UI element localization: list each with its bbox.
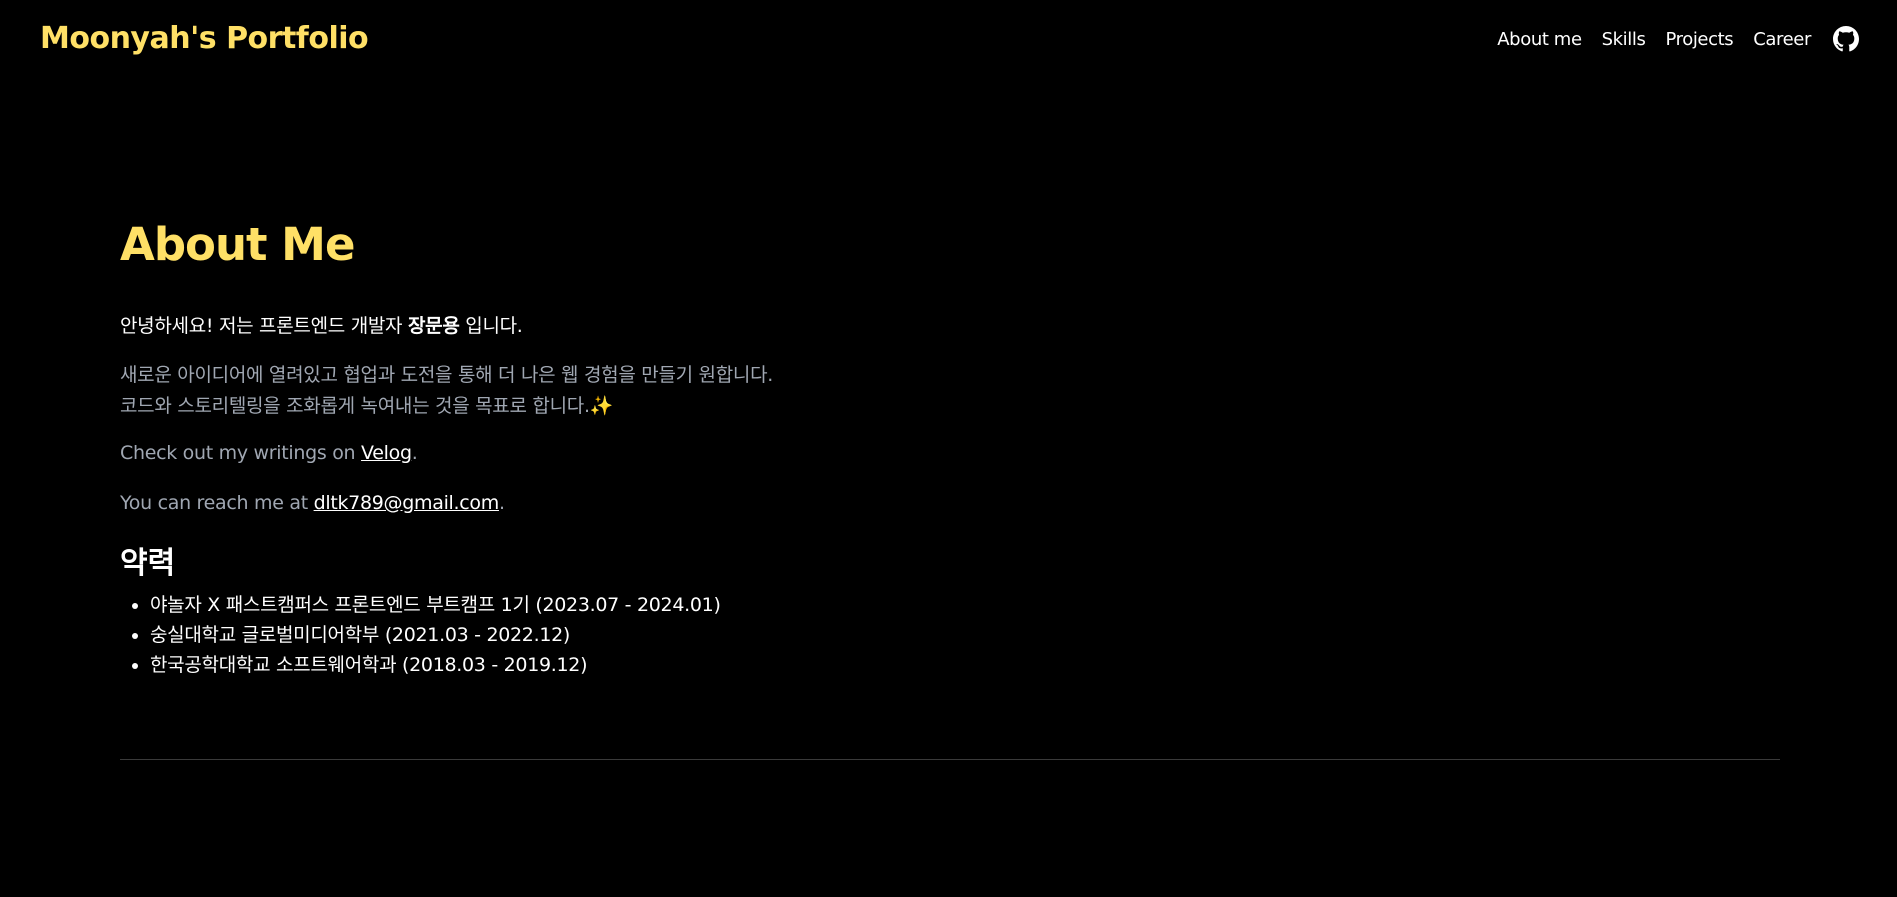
career-item: 숭실대학교 글로벌미디어학부 (2021.03 - 2022.12) (150, 620, 721, 650)
about-description: 새로운 아이디어에 열려있고 협업과 도전을 통해 더 나은 웹 경험을 만들기… (120, 360, 773, 422)
about-section: About Me 안녕하세요! 저는 프론트엔드 개발자 장문용 입니다. 새로… (120, 215, 1780, 760)
nav-career[interactable]: Career (1753, 29, 1811, 50)
intro-prefix: 안녕하세요! 저는 프론트엔드 개발자 (120, 315, 408, 337)
description-line-2: 코드와 스토리텔링을 조화롭게 녹여내는 것을 목표로 합니다.✨ (120, 395, 614, 417)
intro-text: 안녕하세요! 저는 프론트엔드 개발자 장문용 입니다. (120, 311, 523, 338)
intro-name: 장문용 (407, 315, 460, 337)
writing-prefix: Check out my writings on (120, 442, 362, 464)
career-item: 야놀자 X 패스트캠퍼스 프론트엔드 부트캠프 1기 (2023.07 - 20… (150, 590, 721, 620)
contact-text: You can reach me at dltk789@gmail.com. (120, 492, 505, 514)
writing-suffix: . (411, 442, 418, 464)
site-brand[interactable]: Moonyah's Portfolio (40, 21, 369, 56)
about-title: About Me (120, 218, 355, 271)
contact-prefix: You can reach me at (120, 492, 314, 514)
nav-projects[interactable]: Projects (1665, 29, 1733, 50)
velog-link[interactable]: Velog (361, 442, 412, 464)
career-item: 한국공학대학교 소프트웨어학과 (2018.03 - 2019.12) (150, 650, 721, 680)
description-line-1: 새로운 아이디어에 열려있고 협업과 도전을 통해 더 나은 웹 경험을 만들기… (120, 364, 773, 386)
contact-suffix: . (498, 492, 505, 514)
nav-skills[interactable]: Skills (1602, 29, 1646, 50)
writing-text: Check out my writings on Velog. (120, 442, 418, 464)
career-list: 야놀자 X 패스트캠퍼스 프론트엔드 부트캠프 1기 (2023.07 - 20… (150, 590, 721, 680)
email-link[interactable]: dltk789@gmail.com (314, 492, 500, 514)
site-header: Moonyah's Portfolio About me Skills Proj… (0, 0, 1897, 82)
nav-about-me[interactable]: About me (1497, 29, 1582, 50)
intro-suffix: 입니다. (459, 315, 523, 337)
github-icon[interactable] (1833, 26, 1859, 52)
career-heading: 약력 (120, 546, 176, 581)
section-divider (120, 759, 1780, 760)
main-nav: About me Skills Projects Career (1497, 26, 1859, 52)
